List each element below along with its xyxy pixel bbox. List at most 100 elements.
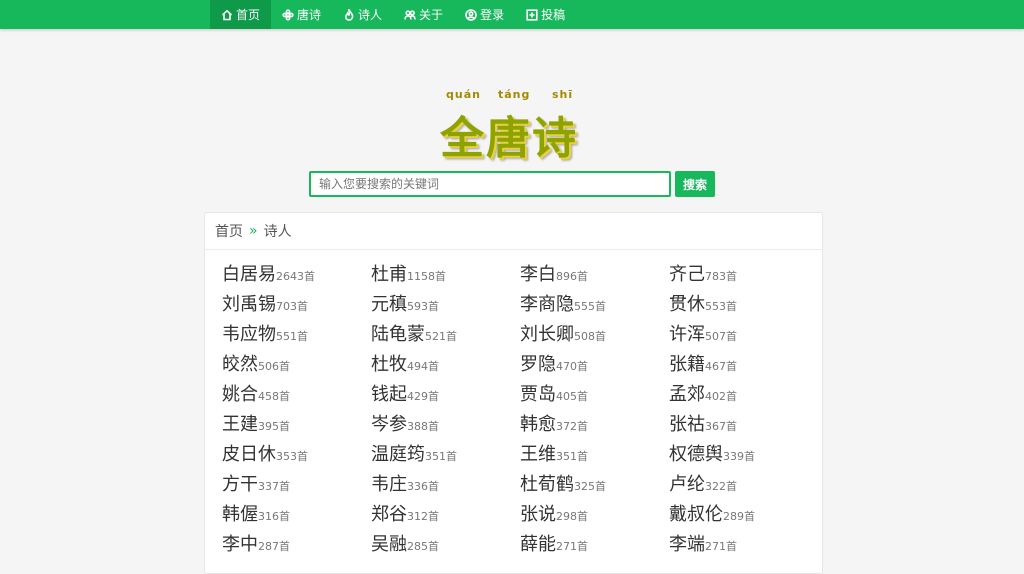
poet-link[interactable]: 张籍467首: [669, 350, 818, 380]
poet-link[interactable]: 韦庄336首: [371, 470, 520, 500]
poet-link[interactable]: 齐己783首: [669, 260, 818, 290]
poet-link[interactable]: 陆龟蒙521首: [371, 320, 520, 350]
poet-name: 白居易: [222, 264, 276, 285]
poem-count: 405首: [556, 390, 588, 403]
poets-panel: 首页 » 诗人 白居易2643首 杜甫1158首 李白896首 齐己783首 刘禹锡70…: [204, 212, 823, 574]
poet-name: 许浑: [669, 324, 705, 345]
poet-link[interactable]: 皎然506首: [222, 350, 371, 380]
poet-link[interactable]: 钱起429首: [371, 380, 520, 410]
site-logo: quán táng shī 全唐诗: [440, 88, 590, 164]
poet-name: 皮日休: [222, 444, 276, 465]
poem-count: 783首: [705, 270, 737, 283]
poem-count: 351首: [556, 450, 588, 463]
poet-link[interactable]: 韩愈372首: [520, 410, 669, 440]
poet-row: 白居易2643首 杜甫1158首 李白896首 齐己783首: [222, 260, 822, 290]
user-circle-icon: [465, 8, 477, 21]
top-navbar: 首页 唐诗 诗人 关于 登录 投稿: [0, 0, 1024, 29]
poet-link[interactable]: 岑参388首: [371, 410, 520, 440]
poet-link[interactable]: 杜甫1158首: [371, 260, 520, 290]
poet-link[interactable]: 贾岛405首: [520, 380, 669, 410]
poet-link[interactable]: 戴叔伦289首: [669, 500, 818, 530]
poet-link[interactable]: 刘禹锡703首: [222, 290, 371, 320]
poem-count: 325首: [574, 480, 606, 493]
poet-row: 皎然506首 杜牧494首 罗隐470首 张籍467首: [222, 350, 822, 380]
poet-name: 姚合: [222, 384, 258, 405]
poet-list: 白居易2643首 杜甫1158首 李白896首 齐己783首 刘禹锡703首 元稹593首…: [222, 260, 822, 560]
poet-name: 岑参: [371, 414, 407, 435]
poet-link[interactable]: 韦应物551首: [222, 320, 371, 350]
poet-link[interactable]: 李端271首: [669, 530, 818, 560]
poet-name: 韦应物: [222, 324, 276, 345]
poem-count: 271首: [705, 540, 737, 553]
poet-link[interactable]: 刘长卿508首: [520, 320, 669, 350]
poet-link[interactable]: 贯休553首: [669, 290, 818, 320]
poet-link[interactable]: 张说298首: [520, 500, 669, 530]
poet-row: 刘禹锡703首 元稹593首 李商隐555首 贯休553首: [222, 290, 822, 320]
poet-link[interactable]: 韩偓316首: [222, 500, 371, 530]
poet-link[interactable]: 李商隐555首: [520, 290, 669, 320]
search-button[interactable]: 搜索: [675, 171, 715, 197]
poet-name: 权德舆: [669, 444, 723, 465]
poem-count: 271首: [556, 540, 588, 553]
search-input[interactable]: [309, 171, 671, 197]
poet-name: 王建: [222, 414, 258, 435]
poet-link[interactable]: 孟郊402首: [669, 380, 818, 410]
nav-item-poets[interactable]: 诗人: [332, 0, 393, 29]
poem-count: 521首: [425, 330, 457, 343]
poet-link[interactable]: 姚合458首: [222, 380, 371, 410]
poet-name: 韩偓: [222, 504, 258, 525]
poem-count: 458首: [258, 390, 290, 403]
nav-item-label: 关于: [419, 8, 444, 22]
poet-name: 李中: [222, 534, 258, 555]
poet-link[interactable]: 卢纶322首: [669, 470, 818, 500]
poet-name: 齐己: [669, 264, 705, 285]
poet-link[interactable]: 张祜367首: [669, 410, 818, 440]
poet-link[interactable]: 许浑507首: [669, 320, 818, 350]
poet-link[interactable]: 李白896首: [520, 260, 669, 290]
nav-item-submit[interactable]: 投稿: [515, 0, 576, 29]
poet-name: 杜牧: [371, 354, 407, 375]
poet-row: 方干337首 韦庄336首 杜荀鹤325首 卢纶322首: [222, 470, 822, 500]
poet-link[interactable]: 郑谷312首: [371, 500, 520, 530]
poet-link[interactable]: 李中287首: [222, 530, 371, 560]
poet-row: 韦应物551首 陆龟蒙521首 刘长卿508首 许浑507首: [222, 320, 822, 350]
poet-link[interactable]: 温庭筠351首: [371, 440, 520, 470]
nav-item-home[interactable]: 首页: [210, 0, 272, 29]
poet-link[interactable]: 王建395首: [222, 410, 371, 440]
poet-link[interactable]: 吴融285首: [371, 530, 520, 560]
poem-count: 593首: [407, 300, 439, 313]
poem-count: 351首: [425, 450, 457, 463]
poet-name: 刘禹锡: [222, 294, 276, 315]
poem-count: 1158首: [407, 270, 446, 283]
poet-link[interactable]: 薛能271首: [520, 530, 669, 560]
poet-link[interactable]: 王维351首: [520, 440, 669, 470]
poem-count: 2643首: [276, 270, 315, 283]
poem-count: 372首: [556, 420, 588, 433]
poet-link[interactable]: 元稹593首: [371, 290, 520, 320]
poet-name: 孟郊: [669, 384, 705, 405]
poet-link[interactable]: 权德舆339首: [669, 440, 818, 470]
breadcrumb-home-link[interactable]: 首页: [215, 221, 243, 241]
poem-count: 703首: [276, 300, 308, 313]
poet-name: 张说: [520, 504, 556, 525]
poet-row: 李中287首 吴融285首 薛能271首 李端271首: [222, 530, 822, 560]
poem-count: 402首: [705, 390, 737, 403]
poet-link[interactable]: 杜牧494首: [371, 350, 520, 380]
logo-pinyin: shī: [552, 88, 574, 101]
poet-name: 贯休: [669, 294, 705, 315]
poet-name: 元稹: [371, 294, 407, 315]
poet-link[interactable]: 方干337首: [222, 470, 371, 500]
poet-link[interactable]: 皮日休353首: [222, 440, 371, 470]
plus-square-icon: [526, 8, 538, 21]
nav-item-login[interactable]: 登录: [454, 0, 515, 29]
poem-count: 336首: [407, 480, 439, 493]
poet-name: 郑谷: [371, 504, 407, 525]
flame-icon: [345, 8, 354, 21]
nav-item-tangshi[interactable]: 唐诗: [271, 0, 332, 29]
breadcrumb-separator-icon: »: [249, 223, 258, 239]
nav-item-about[interactable]: 关于: [393, 0, 454, 29]
poet-link[interactable]: 白居易2643首: [222, 260, 371, 290]
poem-count: 506首: [258, 360, 290, 373]
poet-link[interactable]: 杜荀鹤325首: [520, 470, 669, 500]
poet-link[interactable]: 罗隐470首: [520, 350, 669, 380]
